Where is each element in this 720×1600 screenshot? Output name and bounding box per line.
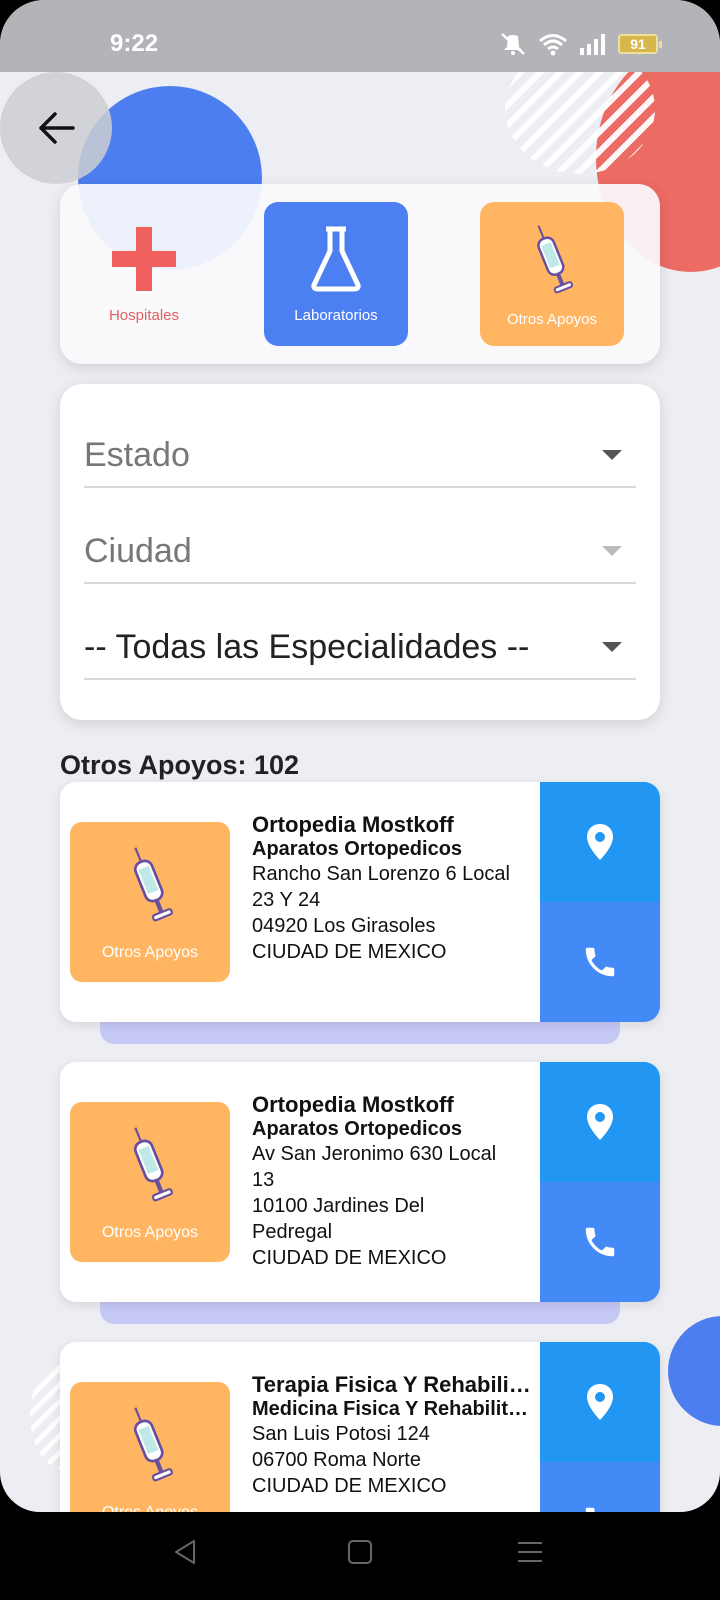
result-address-line: 23 Y 24	[252, 889, 321, 911]
result-address-line: 10100 Jardines Del	[252, 1195, 425, 1217]
results-count-title: Otros Apoyos: 102	[60, 750, 300, 780]
result-card[interactable]: Otros Apoyos Terapia Fisica Y Rehabilitac…	[60, 1342, 660, 1512]
result-info: Ortopedia Mostkoff Aparatos Ortopedicos Av…	[252, 1092, 536, 1271]
decorative-circle-blue-bottom	[668, 1316, 720, 1426]
category-hospitales[interactable]: Hospitales	[72, 202, 216, 346]
result-specialty: Medicina Fisica Y Rehabilitacion	[252, 1398, 536, 1420]
map-pin-icon	[587, 1384, 613, 1420]
result-card[interactable]: Otros Apoyos Ortopedia Mostkoff Aparatos O…	[60, 1062, 660, 1302]
chevron-down-icon	[602, 546, 622, 556]
status-time: 9:22	[110, 30, 159, 57]
mute-icon	[501, 33, 525, 55]
chevron-down-icon	[602, 450, 622, 460]
map-pin-icon	[587, 1104, 613, 1140]
filter-panel: Estado Ciudad -- Todas las Especialidade…	[60, 384, 660, 720]
result-address-line: 13	[252, 1169, 275, 1191]
phone-icon	[585, 1227, 615, 1257]
ciudad-dropdown[interactable]: Ciudad	[84, 520, 636, 584]
call-button[interactable]	[540, 1182, 660, 1302]
result-thumbnail: Otros Apoyos	[70, 1102, 230, 1262]
signal-icon	[580, 34, 605, 55]
flask-icon	[311, 226, 361, 291]
status-bar: 9:22 91	[0, 0, 720, 72]
call-button[interactable]	[540, 1462, 660, 1512]
arrow-left-icon	[39, 112, 75, 144]
result-specialty: Aparatos Ortopedicos	[252, 1118, 463, 1140]
result-card[interactable]: Otros Apoyos Ortopedia Mostkoff Aparatos O…	[60, 782, 660, 1022]
estado-dropdown[interactable]: Estado	[84, 424, 636, 488]
nav-back-icon[interactable]	[172, 1538, 200, 1566]
category-selector: Hospitales Laboratorios Otros Apoyos	[60, 184, 660, 364]
app-screen: 9:22 91 Hospitales Laboratorios Otros Ap…	[0, 0, 720, 1512]
result-address-line: CIUDAD DE MEXICO	[252, 1247, 447, 1269]
syringe-icon	[133, 1407, 173, 1482]
result-card-wrapper: Otros Apoyos Ortopedia Mostkoff Aparatos O…	[60, 1062, 660, 1324]
phone-icon	[585, 947, 615, 977]
chevron-down-icon	[602, 642, 622, 652]
result-address-line: Rancho San Lorenzo 6 Local	[252, 863, 510, 885]
map-button[interactable]	[540, 1062, 660, 1182]
especialidad-dropdown-label: -- Todas las Especialidades --	[84, 627, 530, 666]
map-button[interactable]	[540, 1342, 660, 1462]
result-info: Terapia Fisica Y RehabilitacionMedicina …	[252, 1372, 536, 1499]
category-hospitales-label: Hospitales	[108, 306, 180, 324]
system-nav-bar	[0, 1512, 720, 1600]
result-card-wrapper: Otros Apoyos Ortopedia Mostkoff Aparatos O…	[60, 782, 660, 1044]
result-address-line: CIUDAD DE MEXICO	[252, 1475, 447, 1497]
nav-home-icon[interactable]	[346, 1538, 374, 1566]
category-otros-apoyos-label: Otros Apoyos	[506, 310, 598, 328]
result-thumbnail-label: Otros Apoyos	[102, 1504, 198, 1512]
ciudad-dropdown-label: Ciudad	[84, 531, 192, 570]
battery-indicator: 91	[618, 34, 662, 54]
category-laboratorios-label: Laboratorios	[294, 306, 378, 324]
result-name: Ortopedia Mostkoff	[252, 1092, 454, 1117]
result-specialty: Aparatos Ortopedicos	[252, 838, 463, 860]
back-button[interactable]	[0, 72, 112, 184]
medical-cross-icon	[112, 226, 176, 291]
estado-dropdown-label: Estado	[84, 435, 190, 474]
syringe-icon	[133, 1127, 173, 1202]
result-thumbnail: Otros Apoyos	[70, 822, 230, 982]
wifi-icon	[539, 34, 567, 56]
category-otros-apoyos[interactable]: Otros Apoyos	[480, 202, 624, 346]
result-name: Ortopedia Mostkoff	[252, 812, 454, 837]
result-thumbnail: Otros Apoyos	[70, 1382, 230, 1512]
phone-icon	[585, 1507, 595, 1512]
especialidad-dropdown[interactable]: -- Todas las Especialidades --	[84, 616, 636, 680]
result-thumbnail-label: Otros Apoyos	[101, 944, 199, 961]
category-laboratorios[interactable]: Laboratorios	[264, 202, 408, 346]
result-info: Ortopedia Mostkoff Aparatos Ortopedicos Ra…	[252, 812, 536, 965]
result-address-line: 06700 Roma Norte	[252, 1449, 421, 1471]
nav-menu-icon[interactable]	[516, 1538, 544, 1566]
result-address-line: CIUDAD DE MEXICO	[252, 941, 447, 963]
result-thumbnail-label: Otros Apoyos	[101, 1224, 199, 1241]
status-icons: 91	[498, 32, 662, 56]
result-address-line: Pedregal	[252, 1221, 333, 1243]
result-name: Terapia Fisica Y Rehabilitacion	[252, 1372, 536, 1397]
map-button[interactable]	[540, 782, 660, 902]
result-address-line: San Luis Potosi 124	[252, 1423, 430, 1445]
syringe-icon	[133, 847, 173, 922]
call-button[interactable]	[540, 902, 660, 1022]
syringe-icon	[537, 224, 574, 293]
result-card-wrapper: Otros Apoyos Terapia Fisica Y Rehabilitac…	[60, 1342, 660, 1512]
result-address-line: 04920 Los Girasoles	[252, 915, 436, 937]
map-pin-icon	[587, 824, 613, 860]
result-address-line: Av San Jeronimo 630 Local	[252, 1143, 497, 1165]
